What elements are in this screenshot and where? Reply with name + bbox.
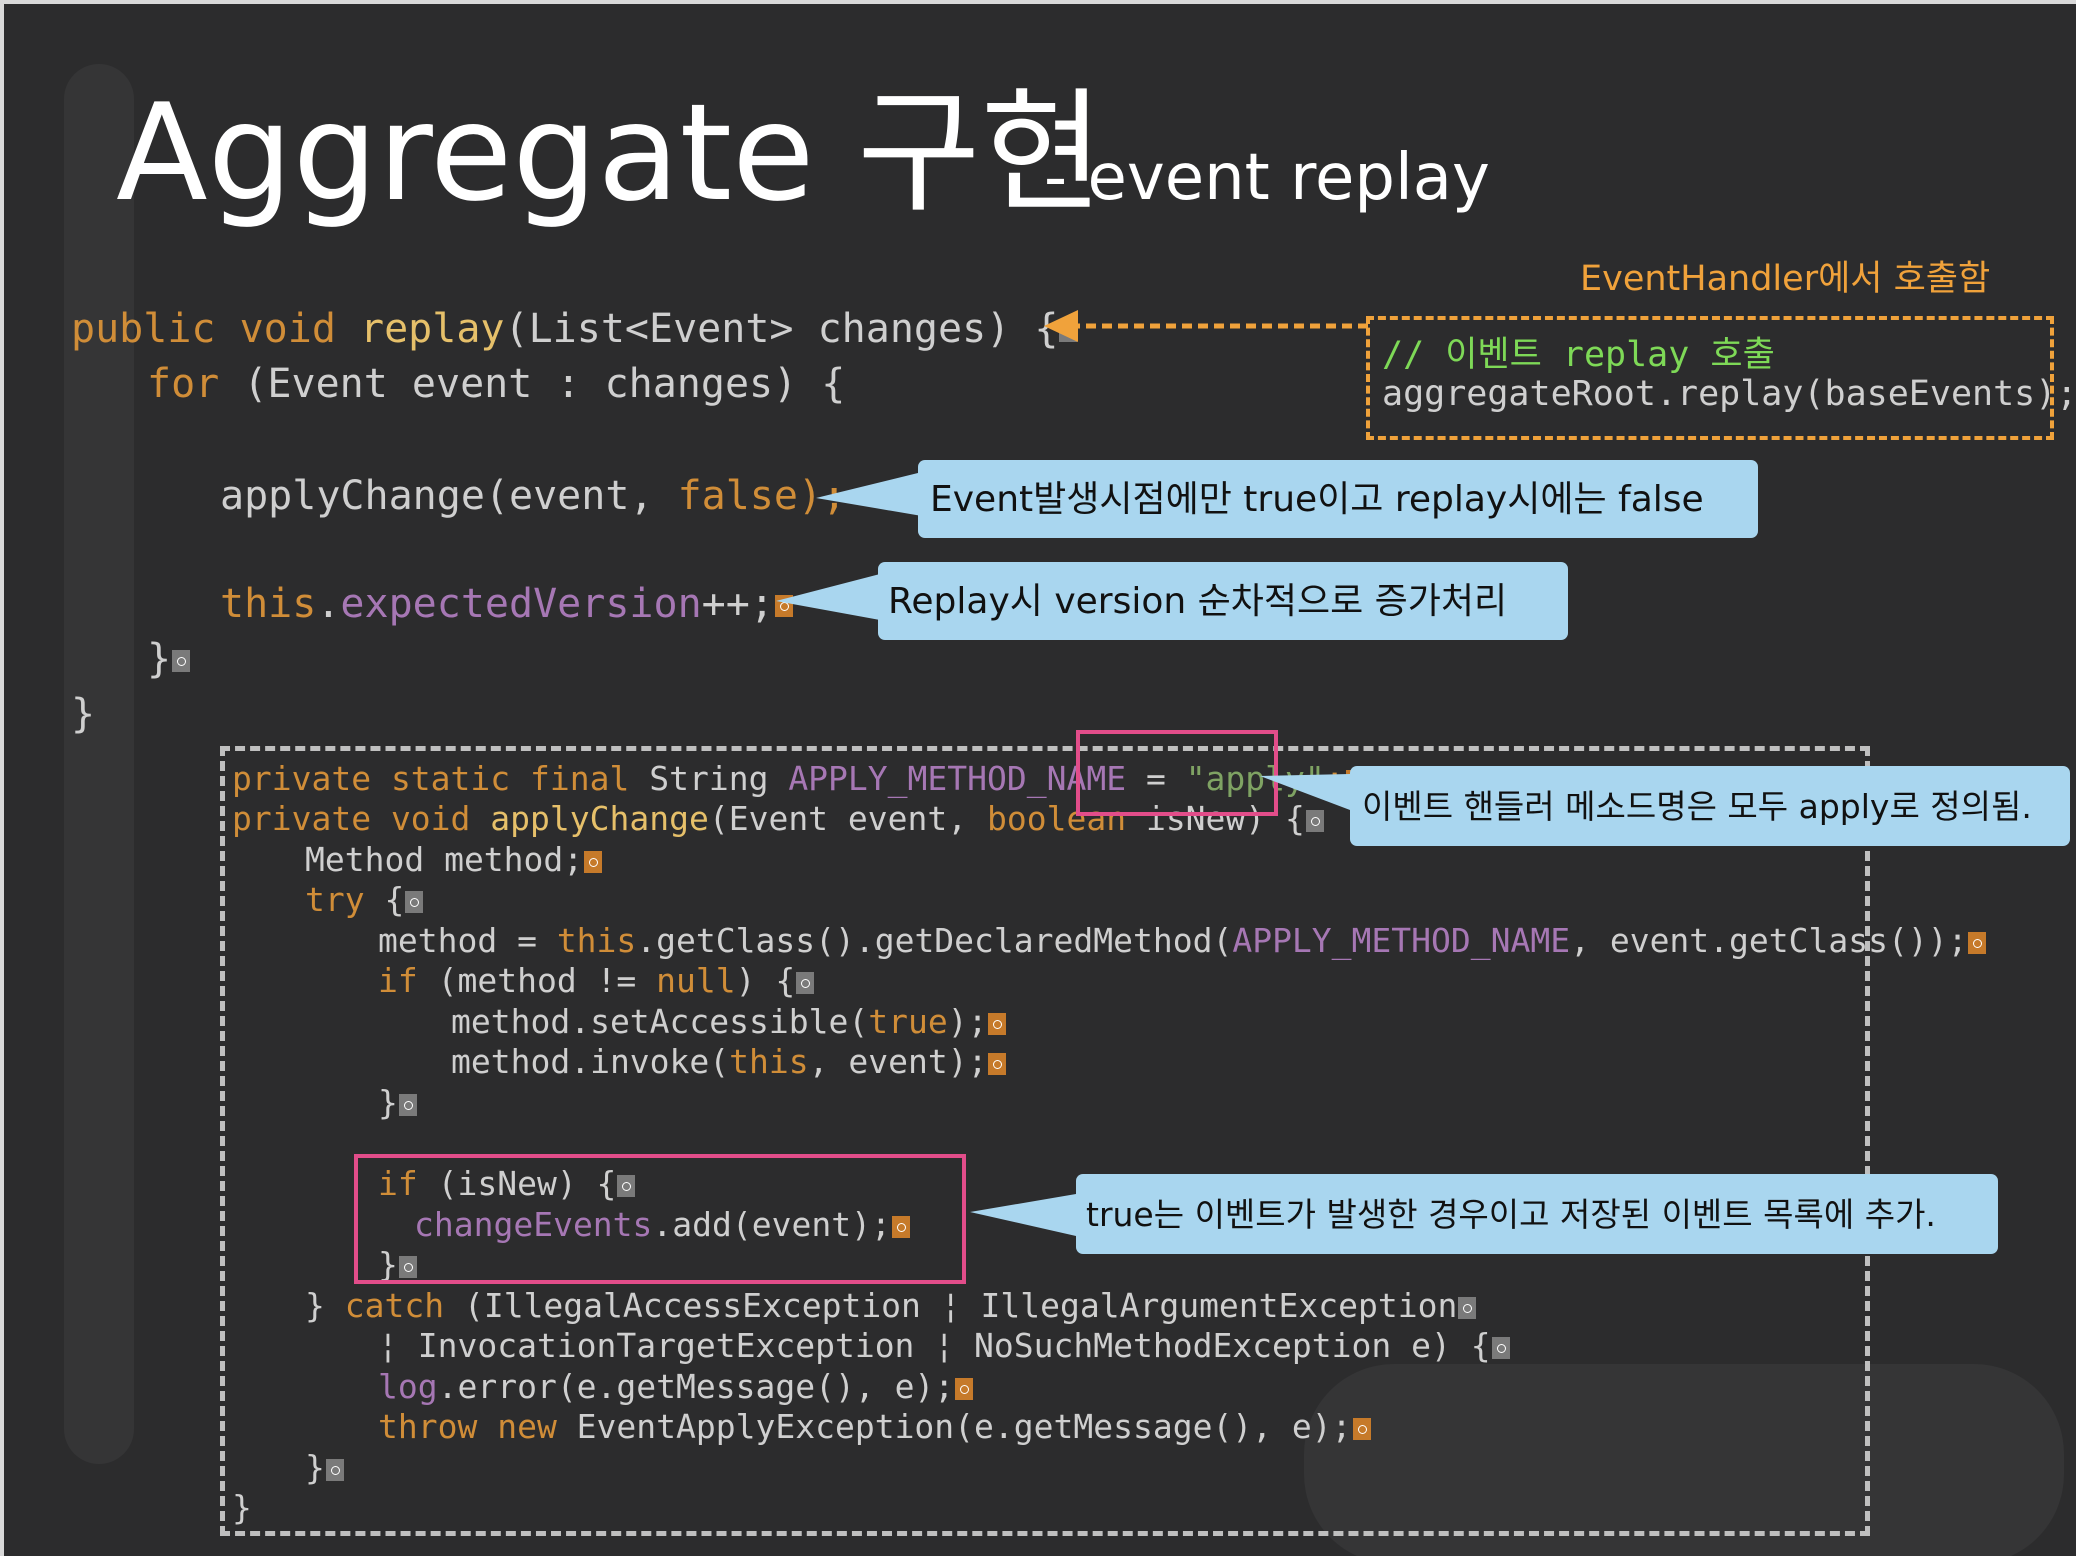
apply-change-callout: Event발생시점에만 true이고 replay시에는 false [918, 460, 1758, 538]
callout-pointer [776, 574, 880, 620]
event-handler-arrow-head [1044, 310, 1078, 342]
is-new-callout: true는 이벤트가 발생한 경우이고 저장된 이벤트 목록에 추가. [1076, 1174, 1998, 1254]
version-callout: Replay시 version 순차적으로 증가처리 [878, 562, 1568, 640]
callout-pointer [970, 1194, 1076, 1236]
callout-pointer [816, 472, 922, 516]
callout-pointer [1260, 774, 1350, 810]
slide: Aggregate 구현 - event replay public void … [4, 4, 2076, 1556]
method-name-callout: 이벤트 핸들러 메소드명은 모두 apply로 정의됨. [1350, 766, 2070, 846]
